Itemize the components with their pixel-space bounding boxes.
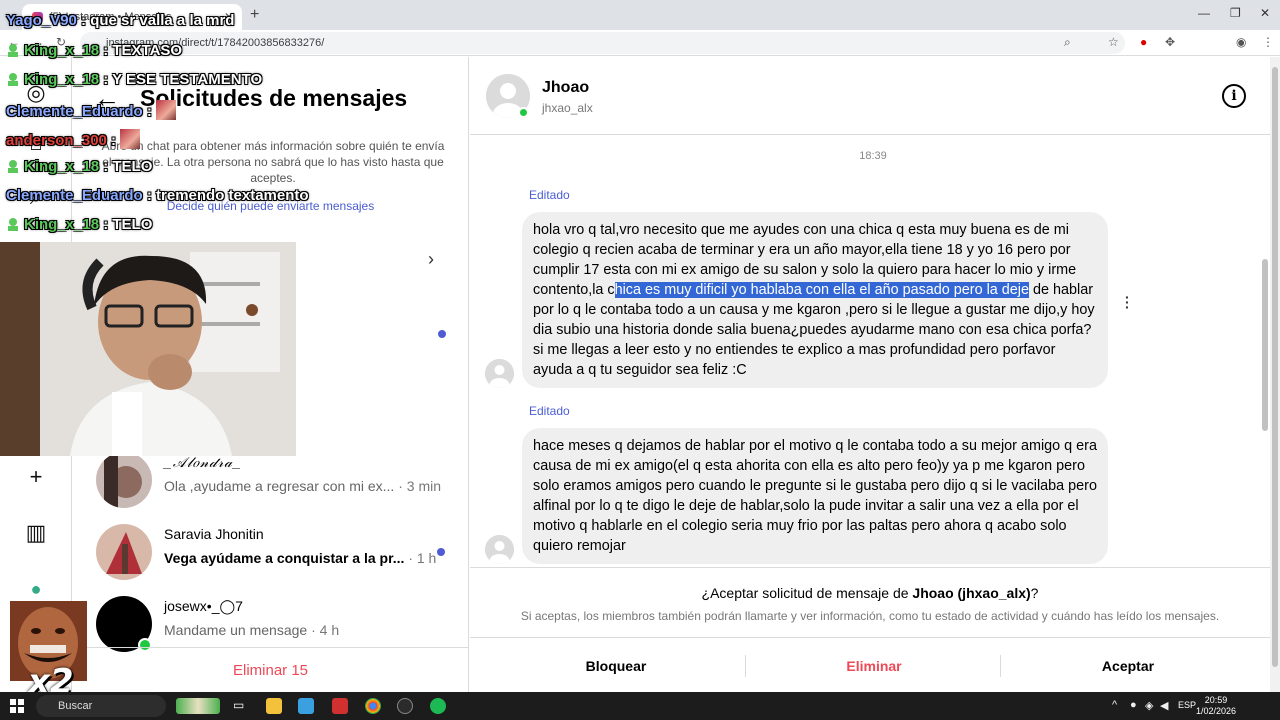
unread-dot	[438, 330, 446, 338]
requests-info-text: Abre un chat para obtener más informació…	[101, 139, 445, 185]
unread-dot	[437, 548, 445, 556]
accept-button[interactable]: Aceptar	[998, 658, 1258, 674]
tab-title: (5) Instagram • Mensajes	[49, 11, 172, 23]
home-icon[interactable]: ⌂	[22, 129, 50, 157]
edited-label: Editado	[529, 404, 570, 418]
request-name: _𝒜𝓁𝑜𝓃𝒹𝓇𝒶_	[164, 454, 242, 470]
windows-start-icon[interactable]	[10, 699, 24, 713]
page-scrollbar[interactable]	[1270, 57, 1280, 692]
accept-question: ¿Aceptar solicitud de mensaje de Jhoao (…	[701, 585, 1039, 601]
request-preview: Ola ,ayudame a regresar con mi ex... · 3…	[164, 478, 442, 494]
block-button[interactable]: Bloquear	[486, 658, 746, 674]
widget-icon[interactable]	[176, 698, 220, 714]
task-view-icon[interactable]: ▭	[233, 698, 249, 714]
request-preview: Vega ayúdame a conquistar a la pr... · 1…	[164, 550, 437, 566]
requests-title: Solicitudes de mensajes	[140, 85, 408, 111]
accept-request-area: ¿Aceptar solicitud de mensaje de Jhoao (…	[470, 567, 1270, 692]
request-item-alondra[interactable]: _𝒜𝓁𝑜𝓃𝒹𝓇𝒶_ Ola ,ayudame a regresar con mi…	[94, 450, 454, 512]
search-icon[interactable]: ⌕	[22, 183, 50, 211]
zoom-icon[interactable]: ⌕	[1064, 35, 1071, 50]
chevron-right-icon[interactable]: ›	[428, 249, 434, 270]
spotify-icon[interactable]	[430, 698, 446, 714]
request-name: Saravia Jhonitin	[164, 526, 264, 542]
new-tab-icon[interactable]: +	[250, 6, 259, 24]
app-icon[interactable]	[298, 698, 314, 714]
contact-name[interactable]: Jhoao	[542, 79, 589, 97]
opera-extension-icon[interactable]: ●	[1140, 35, 1147, 49]
input-language[interactable]: ESP	[1178, 700, 1196, 710]
sender-avatar	[485, 359, 514, 388]
accept-note: Si aceptas, los miembros también podrán …	[520, 609, 1220, 623]
volume-icon[interactable]: ◀	[1160, 699, 1168, 712]
dashboard-icon[interactable]: ▥	[22, 519, 50, 547]
instagram-logo-icon[interactable]: ◎	[22, 79, 50, 107]
network-icon[interactable]: ◈	[1145, 699, 1153, 712]
thread-scrollbar[interactable]	[1262, 135, 1268, 567]
scroll-thumb[interactable]	[1262, 259, 1268, 431]
info-icon[interactable]: i	[1222, 84, 1246, 108]
message-thread: 18:39 Editado hola vro q tal,vro necesit…	[470, 135, 1270, 567]
conversation-header: Jhoao jhxao_alx i	[470, 57, 1270, 135]
windows-taskbar: Buscar ▭ ^ ● ◈ ◀ ESP 20:59 1/02/2026	[0, 692, 1280, 720]
bookmark-star-icon[interactable]: ☆	[1108, 35, 1119, 49]
search-label: Buscar	[58, 700, 93, 712]
back-icon[interactable]: ←	[8, 35, 20, 49]
request-item-saravia[interactable]: Saravia Jhonitin Vega ayúdame a conquist…	[94, 522, 454, 584]
reload-icon[interactable]: ↻	[56, 35, 66, 49]
media-app-icon[interactable]	[332, 698, 348, 714]
sender-avatar	[485, 535, 514, 564]
address-bar[interactable]: instagram.com/direct/t/17842003856833276…	[80, 32, 1125, 54]
profile-avatar-icon[interactable]: ●	[22, 575, 50, 603]
edited-label: Editado	[529, 188, 570, 202]
request-name: josewx•_◯7	[164, 598, 243, 614]
conversation-panel: Jhoao jhxao_alx i 18:39 Editado hola vro…	[470, 57, 1270, 692]
obs-icon[interactable]	[397, 698, 413, 714]
browser-toolbar: ← → ↻ instagram.com/direct/t/17842003856…	[0, 30, 1280, 56]
delete-all-requests-button[interactable]: Eliminar 15	[72, 647, 469, 692]
avatar	[96, 524, 152, 580]
taskbar-search[interactable]: Buscar	[36, 695, 166, 717]
delete-button[interactable]: Eliminar	[744, 658, 1004, 674]
profile-avatar[interactable]: ◉	[1236, 35, 1246, 49]
back-arrow-icon[interactable]: ←	[94, 83, 120, 114]
browser-tab-bar: (5) Instagram • Mensajes ✕ + — ❐ ✕	[0, 0, 1280, 30]
online-status-dot	[518, 107, 529, 118]
decide-who-can-message-link[interactable]: Decide quién puede enviarte mensajes	[72, 199, 469, 213]
request-actions: Bloquear Eliminar Aceptar	[470, 637, 1270, 693]
instagram-favicon-icon	[32, 11, 43, 23]
selected-text: hica es muy dificil yo hablaba con ella …	[614, 282, 1030, 298]
extensions-icon[interactable]: ✥	[1165, 35, 1175, 49]
streamer-webcam	[0, 242, 296, 456]
browser-tab[interactable]: (5) Instagram • Mensajes ✕	[22, 4, 242, 30]
avatar	[96, 452, 152, 508]
url-text: instagram.com/direct/t/17842003856833276…	[106, 37, 325, 49]
forward-icon[interactable]: →	[32, 35, 44, 49]
more-options-icon[interactable]: · · ·	[1125, 290, 1130, 314]
contact-handle: jhxao_alx	[542, 101, 593, 115]
maximize-icon[interactable]: ❐	[1230, 6, 1241, 20]
microphone-icon[interactable]: ●	[1130, 699, 1137, 711]
message-bubble[interactable]: hola vro q tal,vro necesito que me ayude…	[522, 212, 1108, 388]
create-plus-icon[interactable]: +	[22, 463, 50, 491]
thread-timestamp: 18:39	[859, 150, 887, 162]
menu-icon[interactable]: ⋮	[1262, 35, 1274, 49]
request-preview: Mandame un mensage · 4 h	[164, 622, 340, 638]
taskbar-clock[interactable]: 20:59 1/02/2026	[1196, 695, 1236, 717]
scroll-thumb[interactable]	[1272, 67, 1278, 667]
file-explorer-icon[interactable]	[266, 698, 282, 714]
close-tab-icon[interactable]: ✕	[224, 10, 234, 24]
chrome-icon[interactable]	[365, 698, 381, 714]
minimize-icon[interactable]: —	[1198, 6, 1210, 20]
close-window-icon[interactable]: ✕	[1260, 6, 1270, 20]
message-bubble[interactable]: hace meses q dejamos de hablar por el mo…	[522, 428, 1108, 564]
tray-chevron-icon[interactable]: ^	[1112, 699, 1117, 711]
